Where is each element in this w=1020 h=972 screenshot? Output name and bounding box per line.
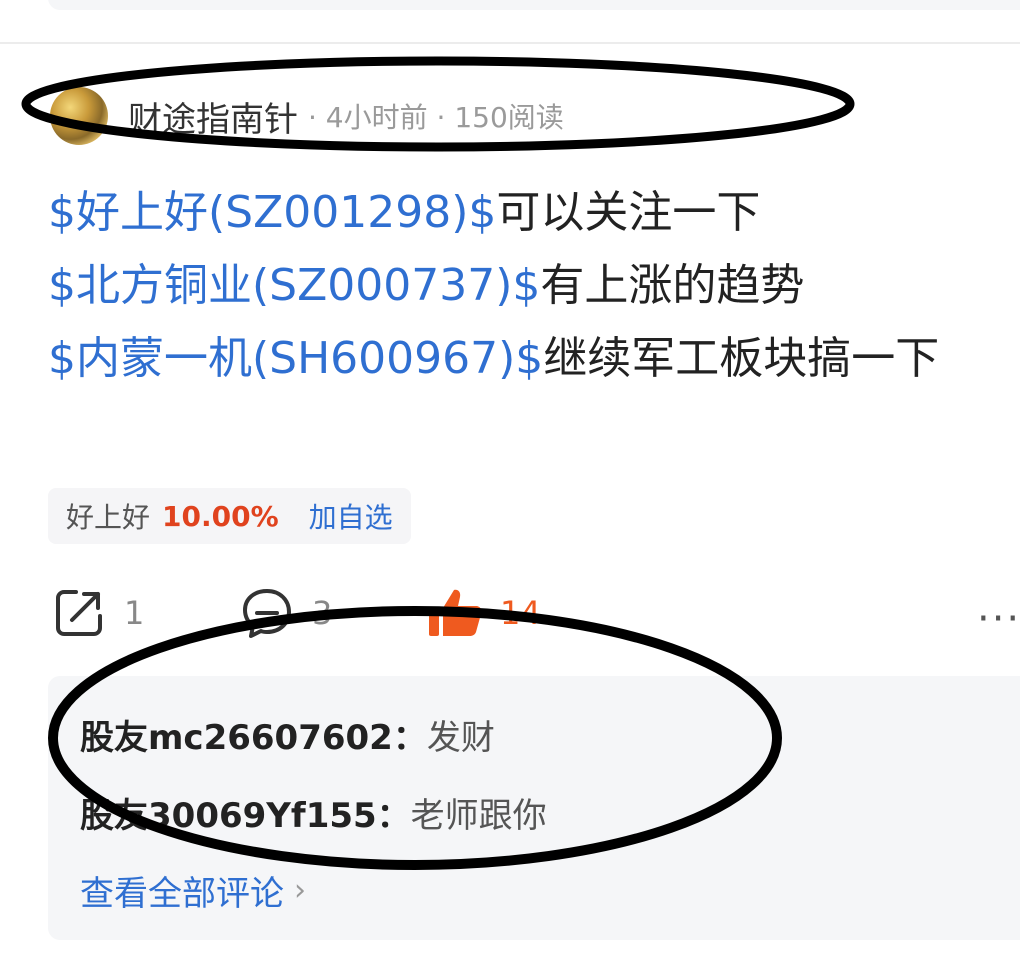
- comment-text: 发财: [426, 718, 495, 758]
- action-bar: 1 3 14 ···: [52, 586, 1020, 646]
- comment-user[interactable]: 股友30069Yf155: [80, 796, 377, 836]
- content-text: 有上涨的趋势: [540, 260, 805, 311]
- comment-user[interactable]: 股友mc26607602: [80, 718, 393, 758]
- stock-link-beifangtongye[interactable]: $北方铜业(SZ000737)$: [48, 260, 540, 311]
- comment-button[interactable]: 3: [240, 586, 332, 640]
- post-content[interactable]: $好上好(SZ001298)$可以关注一下 $北方铜业(SZ000737)$有上…: [48, 176, 1008, 395]
- stock-quote-chip[interactable]: 好上好 10.00% 加自选: [48, 488, 411, 544]
- comments-preview: 股友mc26607602：发财 股友30069Yf155：老师跟你 查看全部评论…: [48, 676, 1020, 940]
- add-watchlist-button[interactable]: 加自选: [309, 496, 393, 536]
- like-count: 14: [500, 594, 541, 632]
- comment-text: 老师跟你: [410, 796, 547, 836]
- share-icon: [52, 586, 106, 640]
- like-button[interactable]: 14: [426, 586, 541, 640]
- content-text: 可以关注一下: [496, 187, 761, 238]
- stock-link-neimengyiji[interactable]: $内蒙一机(SH600967)$: [48, 333, 543, 384]
- view-all-label: 查看全部评论: [80, 874, 284, 914]
- comment-item[interactable]: 股友30069Yf155：老师跟你: [80, 788, 547, 837]
- quote-stock-name: 好上好: [66, 501, 151, 534]
- author-name[interactable]: 财途指南针: [128, 92, 298, 141]
- previous-post-card: [48, 0, 1020, 10]
- stock-link-haoshanghao[interactable]: $好上好(SZ001298)$: [48, 187, 496, 238]
- post-meta: · 4小时前 · 150阅读: [308, 101, 564, 134]
- comment-item[interactable]: 股友mc26607602：发财: [80, 710, 495, 759]
- comment-count: 3: [312, 594, 333, 632]
- content-line-3: $内蒙一机(SH600967)$继续军工板块搞一下: [48, 322, 1008, 395]
- more-options-icon[interactable]: ···: [977, 596, 1020, 642]
- comment-bubble-icon: [240, 586, 294, 640]
- post-divider: [0, 42, 1020, 44]
- quote-change: 10.00%: [162, 499, 279, 533]
- author-row[interactable]: 财途指南针 · 4小时前 · 150阅读: [50, 87, 564, 145]
- view-all-comments-link[interactable]: 查看全部评论 ›: [80, 866, 306, 915]
- share-count: 1: [124, 594, 145, 632]
- content-line-1: $好上好(SZ001298)$可以关注一下: [48, 176, 1008, 249]
- content-text: 继续军工板块搞一下: [543, 333, 940, 384]
- thumbs-up-icon: [426, 586, 486, 640]
- avatar[interactable]: [50, 87, 108, 145]
- content-line-2: $北方铜业(SZ000737)$有上涨的趋势: [48, 249, 1008, 322]
- share-button[interactable]: 1: [52, 586, 144, 640]
- chevron-right-icon: ›: [294, 873, 306, 908]
